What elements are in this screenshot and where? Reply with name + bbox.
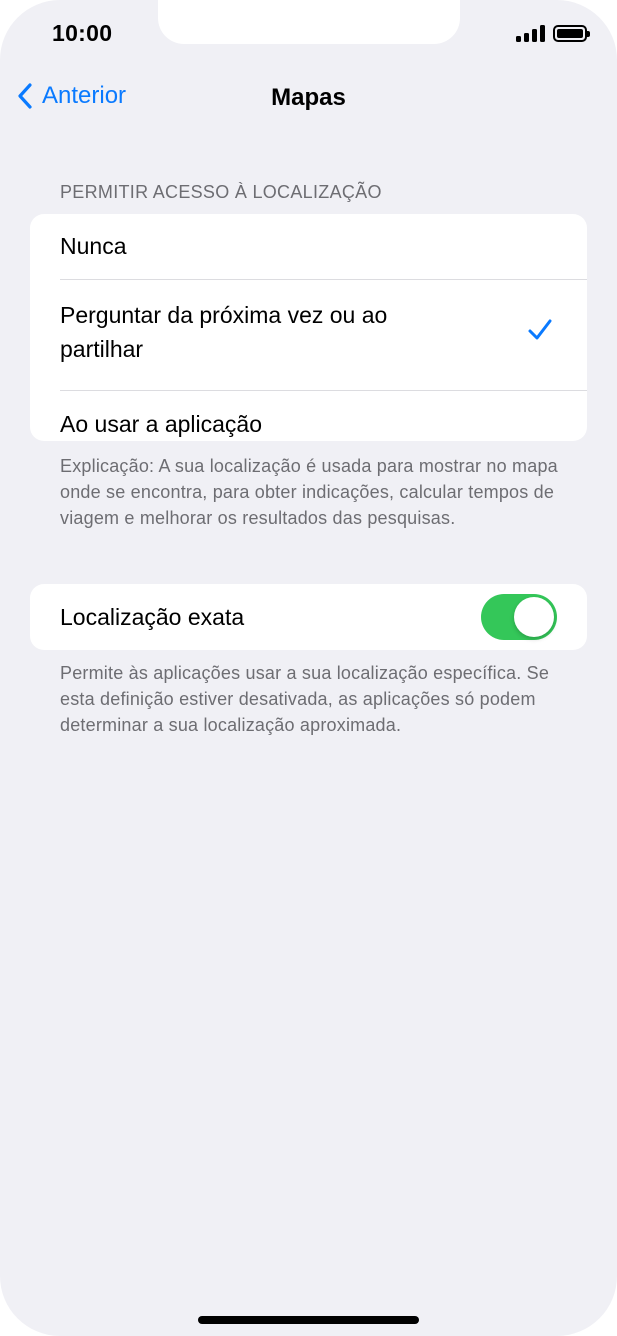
toggle-knob bbox=[514, 597, 554, 637]
option-while-using[interactable]: Ao usar a aplicação bbox=[30, 391, 587, 441]
cellular-signal-icon bbox=[516, 24, 545, 42]
precise-location-label: Localização exata bbox=[60, 604, 245, 630]
location-access-explanation: Explicação: A sua localização é usada pa… bbox=[60, 456, 558, 528]
precise-location-explanation: Permite às aplicações usar a sua localiz… bbox=[60, 663, 550, 735]
status-icons bbox=[516, 24, 590, 42]
option-label: Perguntar da próxima vez ou ao partilhar bbox=[60, 302, 388, 362]
battery-full-icon bbox=[553, 24, 590, 42]
option-label: Ao usar a aplicação bbox=[60, 411, 263, 437]
precise-location-toggle[interactable] bbox=[481, 594, 557, 640]
checkmark-icon bbox=[528, 319, 552, 340]
option-ask-next-time[interactable]: Perguntar da próxima vez ou ao partilhar bbox=[30, 280, 587, 390]
location-access-options: Nunca Perguntar da próxima vez ou ao par… bbox=[30, 214, 587, 441]
page-title: Mapas bbox=[271, 84, 346, 111]
option-label: Nunca bbox=[60, 233, 127, 259]
phone-screen: 10:00 Anterior Mapas PERMITIR ACESSO À L… bbox=[0, 0, 617, 1336]
notch bbox=[158, 0, 460, 44]
precise-location-group: Localização exata bbox=[30, 584, 587, 650]
option-never[interactable]: Nunca bbox=[30, 214, 587, 279]
section-header-location-access: PERMITIR ACESSO À LOCALIZAÇÃO bbox=[60, 182, 382, 202]
home-indicator[interactable] bbox=[198, 1316, 419, 1324]
navigation-bar: Anterior Mapas bbox=[0, 78, 617, 120]
status-time: 10:00 bbox=[52, 20, 113, 46]
